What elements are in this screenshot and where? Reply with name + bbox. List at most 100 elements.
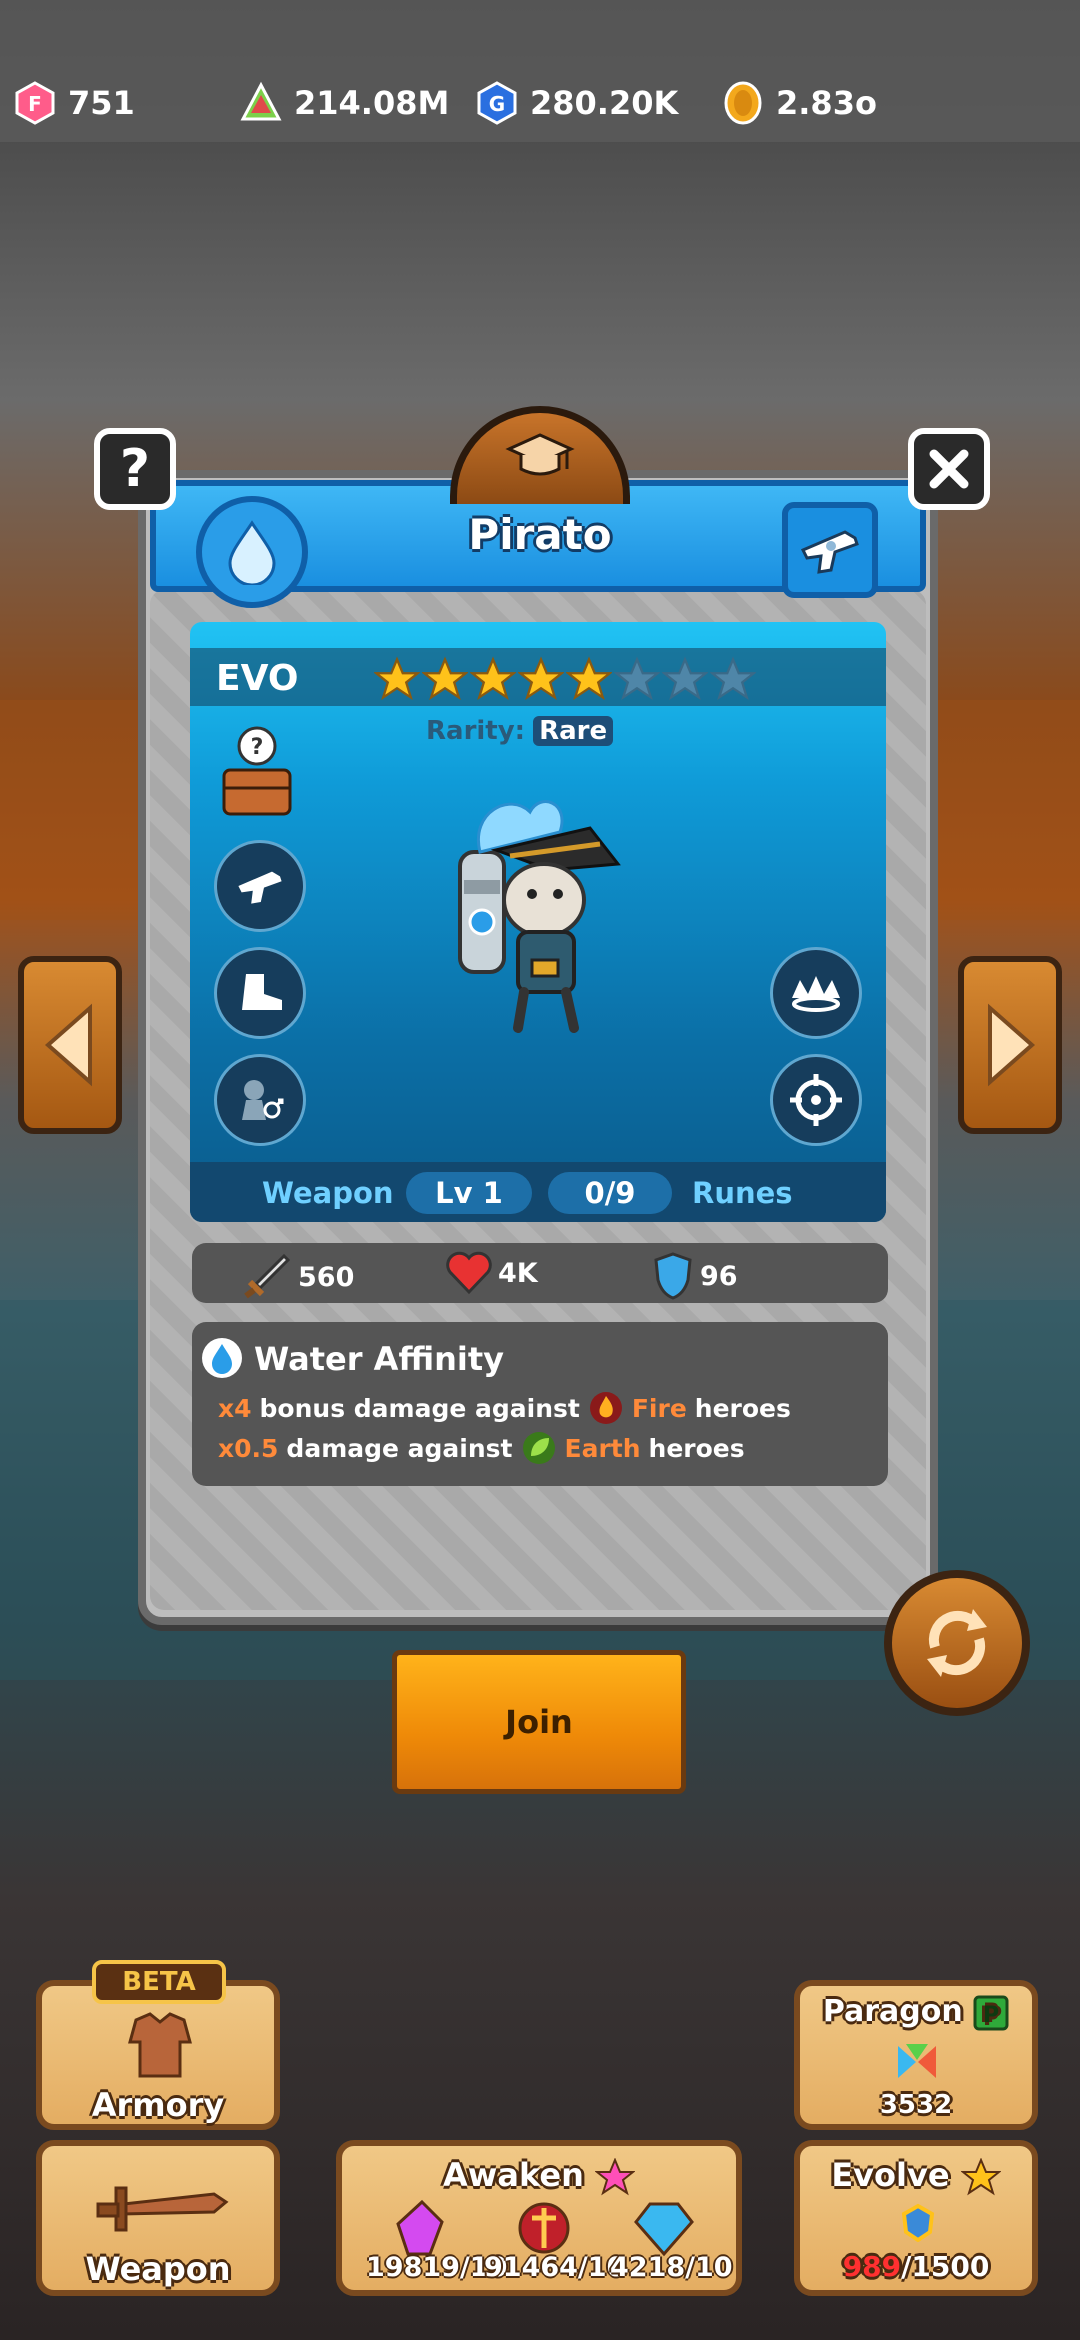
wooden-sword-icon: [96, 2186, 229, 2232]
blue-gem-icon: [634, 2202, 694, 2257]
rarity-value: Rare: [533, 716, 614, 746]
companion-slot[interactable]: [214, 1054, 306, 1146]
refresh-icon: [927, 1609, 987, 1677]
pink-star-icon: [594, 2157, 636, 2196]
evo-stars: [374, 656, 756, 702]
red-emblem-icon: [518, 2202, 570, 2254]
fire-element: Fire: [631, 1393, 687, 1423]
join-button[interactable]: Join: [392, 1650, 686, 1794]
paragon-p-icon: P: [973, 1995, 1009, 2030]
swap-button[interactable]: [884, 1570, 1030, 1716]
graduation-cap-icon: [505, 432, 575, 475]
next-hero-button[interactable]: [958, 956, 1062, 1134]
svg-text:?: ?: [251, 735, 264, 760]
triangle-counter[interactable]: 214.08M: [238, 80, 449, 126]
weapon-slot[interactable]: [214, 840, 306, 932]
star-empty-icon: [662, 656, 708, 701]
svg-text:P: P: [983, 2003, 999, 2028]
star-filled-icon: [470, 656, 516, 701]
weapon-footer-label[interactable]: Weapon: [262, 1176, 394, 1210]
star-filled-icon: [422, 656, 468, 701]
evolve-badge-icon: [901, 2203, 935, 2242]
coin-icon: [720, 80, 766, 126]
g-currency-value: 280.20K: [530, 84, 679, 122]
triangle-icon: [238, 80, 284, 126]
paragon-button[interactable]: Paragon P 3532: [794, 1980, 1038, 2130]
graduation-cap-button[interactable]: [450, 406, 630, 504]
sword-icon: [244, 1253, 291, 1299]
evolve-label-row: Evolve: [800, 2156, 1032, 2196]
water-drop-icon: [228, 520, 276, 585]
coins-value: 2.83o: [776, 84, 877, 122]
weapon-type-badge: [782, 502, 878, 598]
earth-element: Earth: [564, 1433, 641, 1463]
awaken-label: Awaken: [443, 2156, 584, 2194]
affinity-title: Water Affinity: [254, 1340, 505, 1378]
gem-icon: F: [12, 80, 58, 126]
attack-stat: 560: [240, 1250, 354, 1304]
arrow-right-icon: [988, 1003, 1036, 1087]
defense-value: 96: [700, 1260, 738, 1292]
awaken-label-row: Awaken: [342, 2156, 736, 2196]
g-currency-counter[interactable]: G 280.20K: [474, 80, 678, 126]
gems-counter[interactable]: F 751: [12, 80, 135, 126]
weapon-button[interactable]: Weapon: [36, 2140, 280, 2296]
weapon-button-label: Weapon: [85, 2250, 231, 2288]
awaken-count-3: 4218/10: [610, 2252, 733, 2283]
armor-icon: [128, 2012, 192, 2078]
evolve-button[interactable]: Evolve 989/1500: [794, 2140, 1038, 2296]
defense-stat: 96: [650, 1250, 738, 1302]
boots-slot[interactable]: [214, 947, 306, 1039]
earth-suffix: heroes: [648, 1433, 745, 1463]
evolve-total: /1500: [901, 2250, 990, 2283]
paragon-crystal-icon: [898, 2044, 936, 2078]
star-empty-icon: [710, 656, 756, 701]
rarity-label: Rarity:: [426, 716, 526, 746]
hero-portrait[interactable]: [440, 782, 640, 1042]
runes-footer-label[interactable]: Runes: [692, 1176, 793, 1210]
fire-icon: [589, 1392, 622, 1424]
evolve-current: 989: [842, 2250, 902, 2283]
runes-progress-pill: 0/9: [548, 1172, 672, 1214]
fire-text: bonus damage against: [259, 1393, 580, 1423]
affinity-line-fire: x4 bonus damage against Fire heroes: [218, 1390, 791, 1426]
affinity-line-earth: x0.5 damage against Earth heroes: [218, 1430, 745, 1466]
fire-suffix: heroes: [694, 1393, 791, 1423]
chest-question-icon: ?: [222, 726, 292, 816]
g-coin-icon: G: [474, 80, 520, 126]
prev-hero-button[interactable]: [18, 956, 122, 1134]
shield-icon: [654, 1252, 692, 1300]
crown-icon: [792, 976, 840, 1012]
evo-label: EVO: [216, 658, 299, 699]
rarity-row: Rarity: Rare: [426, 716, 614, 746]
earth-text: damage against: [286, 1433, 513, 1463]
beta-badge: BETA: [92, 1960, 226, 2004]
mystery-chest-button[interactable]: ?: [210, 724, 304, 820]
awaken-count-2: 91464/10: [484, 2252, 626, 2283]
paragon-label: Paragon: [822, 1994, 963, 2029]
revolver-icon: [800, 530, 859, 574]
hero-name: Pirato: [468, 510, 612, 559]
crown-slot[interactable]: [770, 947, 862, 1039]
purple-crystal-icon: [396, 2199, 444, 2256]
target-slot[interactable]: [770, 1054, 862, 1146]
earth-multiplier: x0.5: [218, 1433, 279, 1463]
arrow-left-icon: [44, 1003, 92, 1087]
pirate-hero-image: [458, 800, 621, 1033]
help-button[interactable]: ?: [94, 428, 176, 510]
attack-value: 560: [298, 1261, 355, 1293]
svg-text:F: F: [28, 92, 42, 116]
close-icon: [929, 449, 969, 489]
armory-label: Armory: [91, 2086, 225, 2124]
water-affinity-icon: [202, 1338, 242, 1378]
level-pill: Lv 1: [406, 1172, 532, 1214]
leaf-icon: [522, 1432, 555, 1464]
boot-icon: [242, 974, 282, 1010]
close-button[interactable]: [908, 428, 990, 510]
element-badge: [196, 496, 308, 608]
star-filled-icon: [566, 656, 612, 701]
coins-counter[interactable]: 2.83o: [720, 80, 877, 126]
star-empty-icon: [614, 656, 660, 701]
question-icon: ?: [119, 439, 151, 499]
fire-multiplier: x4: [218, 1393, 252, 1423]
